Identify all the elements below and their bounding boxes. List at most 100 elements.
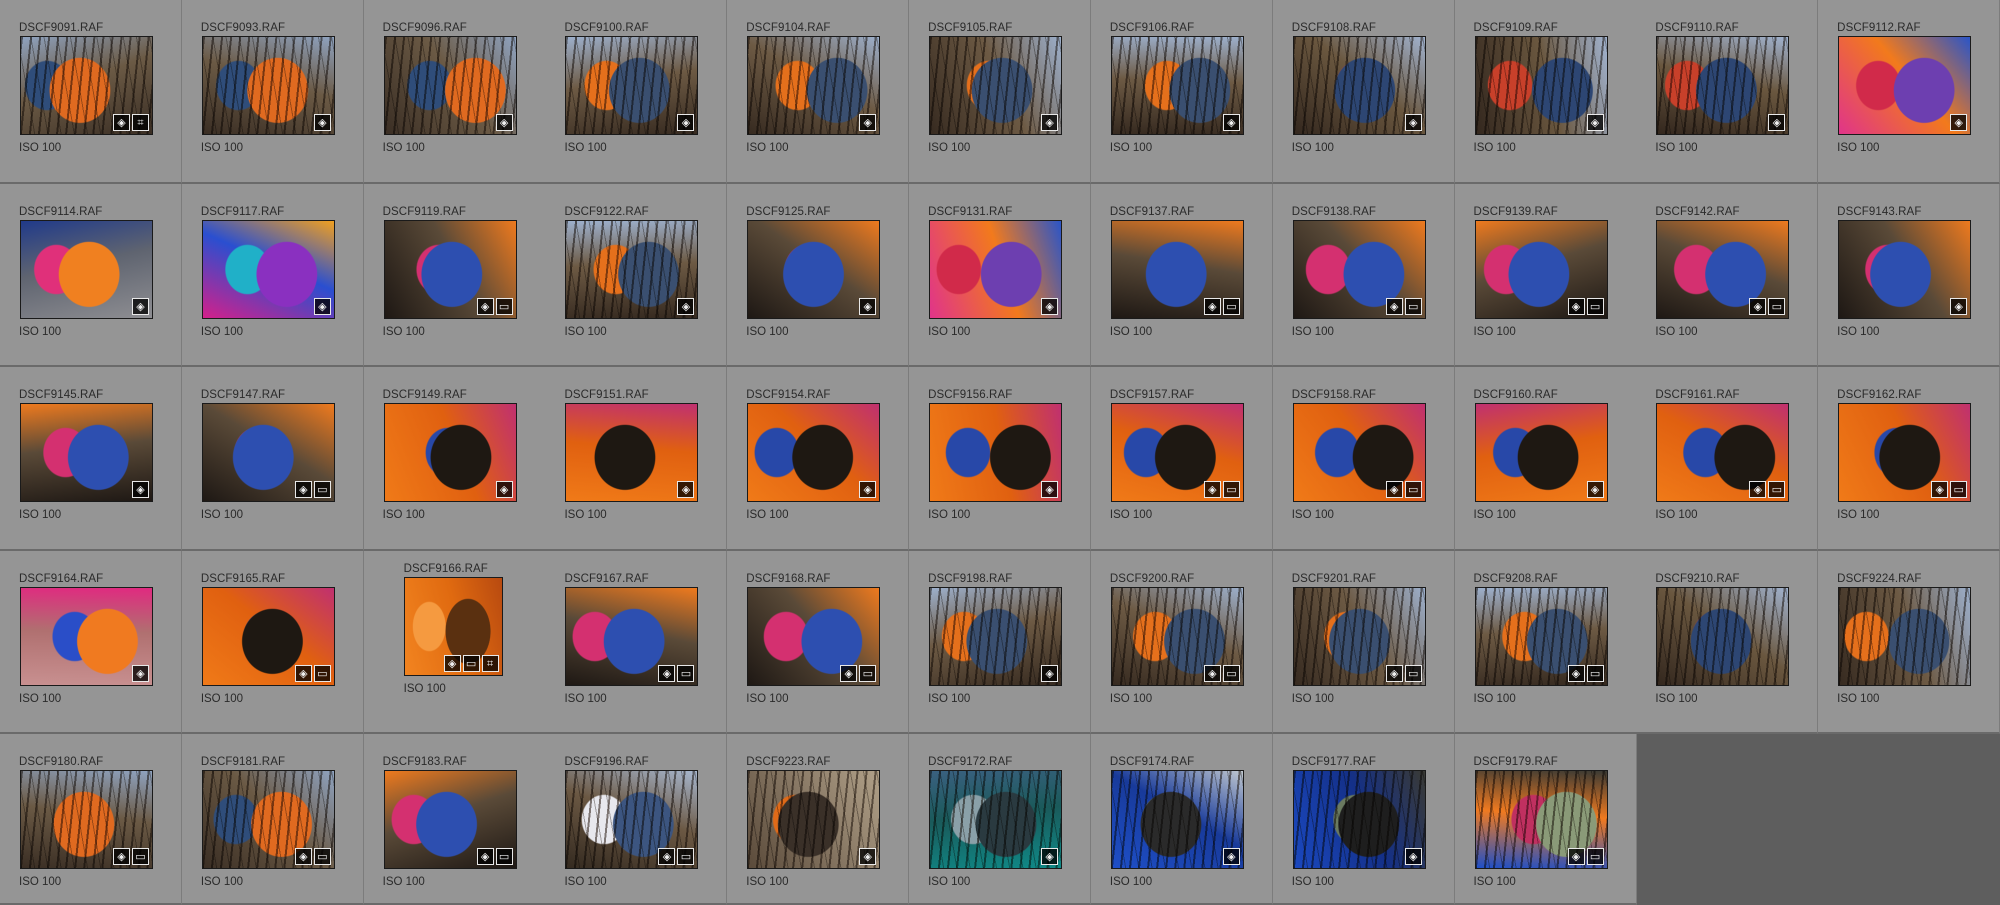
edit-badge-icon[interactable]: ◈ [132, 664, 149, 682]
edit-badge-icon[interactable]: ◈ [313, 297, 331, 315]
edit-badge-icon[interactable]: ◈ [476, 297, 494, 315]
edit-badge-icon[interactable]: ◈ [1404, 848, 1422, 865]
photo-thumbnail[interactable]: ◈ ▭ [565, 586, 699, 686]
photo-thumbnail[interactable] [1838, 586, 1972, 686]
thumbnail-cell[interactable]: DSCF9180.RAF ◈ ▭ ISO 100 [0, 734, 182, 905]
photo-thumbnail[interactable]: ◈ ▭ [1292, 219, 1426, 319]
photo-thumbnail[interactable]: ◈ ▭ [1110, 219, 1244, 319]
photo-thumbnail[interactable]: ◈ [201, 36, 335, 135]
photo-thumbnail[interactable]: ◈ [929, 403, 1063, 502]
thumbnail-cell[interactable]: DSCF9142.RAF ◈ ▭ ISO 100 [1636, 183, 1819, 367]
edit-badge-icon[interactable]: ◈ [677, 297, 695, 315]
photo-thumbnail[interactable] [1656, 586, 1790, 686]
thumbnail-cell[interactable]: DSCF9109.RAF ◈ ISO 100 [1454, 0, 1637, 184]
copy-badge-icon[interactable]: ▭ [1768, 297, 1786, 315]
edit-badge-icon[interactable]: ◈ [677, 481, 695, 498]
copy-badge-icon[interactable]: ▭ [462, 654, 480, 672]
edit-badge-icon[interactable]: ◈ [294, 848, 312, 865]
copy-badge-icon[interactable]: ▭ [677, 848, 695, 865]
photo-thumbnail[interactable]: ◈ ▭ [1110, 586, 1244, 686]
edit-badge-icon[interactable]: ◈ [313, 114, 331, 131]
edit-badge-icon[interactable]: ◈ [1404, 114, 1422, 131]
photo-thumbnail[interactable]: ◈ ▭ [20, 770, 153, 869]
thumbnail-cell[interactable]: DSCF9151.RAF ◈ ISO 100 [545, 367, 728, 551]
thumbnail-cell[interactable]: DSCF9138.RAF ◈ ▭ ISO 100 [1272, 183, 1455, 367]
photo-thumbnail[interactable]: ◈ [201, 219, 335, 319]
photo-thumbnail[interactable]: ◈ ▭ [201, 403, 335, 502]
photo-thumbnail[interactable]: ◈ [747, 403, 881, 502]
thumbnail-cell[interactable]: DSCF9223.RAF ◈ ISO 100 [727, 734, 910, 905]
photo-thumbnail[interactable]: ◈ ▭ [1838, 403, 1972, 502]
edit-badge-icon[interactable]: ◈ [1203, 664, 1221, 682]
thumbnail-cell[interactable]: DSCF9177.RAF ◈ ISO 100 [1272, 734, 1455, 905]
thumbnail-cell[interactable]: DSCF9198.RAF ◈ ISO 100 [909, 550, 1092, 734]
edit-badge-icon[interactable]: ◈ [658, 664, 676, 682]
thumbnail-cell[interactable]: DSCF9154.RAF ◈ ISO 100 [727, 367, 910, 551]
thumbnail-cell[interactable]: DSCF9147.RAF ◈ ▭ ISO 100 [181, 367, 364, 551]
photo-thumbnail[interactable]: ◈ ▭ [1474, 586, 1608, 686]
thumbnail-cell[interactable]: DSCF9179.RAF ◈ ▭ ISO 100 [1454, 734, 1637, 905]
photo-thumbnail[interactable]: ◈ [1292, 770, 1426, 869]
thumbnail-cell[interactable]: DSCF9100.RAF ◈ ISO 100 [545, 0, 728, 184]
edit-badge-icon[interactable]: ◈ [495, 114, 513, 131]
thumbnail-cell[interactable]: DSCF9158.RAF ◈ ▭ ISO 100 [1272, 367, 1455, 551]
photo-thumbnail[interactable]: ◈ ⌗ [20, 36, 153, 135]
edit-badge-icon[interactable]: ◈ [1768, 114, 1786, 131]
edit-badge-icon[interactable]: ◈ [859, 297, 877, 315]
thumbnail-cell[interactable]: DSCF9166.RAF ◈ ▭ ⌗ ISO 100 [363, 550, 546, 734]
edit-badge-icon[interactable]: ◈ [294, 664, 312, 682]
edit-badge-icon[interactable]: ◈ [1041, 848, 1059, 865]
photo-thumbnail[interactable]: ◈ [929, 770, 1063, 869]
thumbnail-cell[interactable]: DSCF9156.RAF ◈ ISO 100 [909, 367, 1092, 551]
edit-badge-icon[interactable]: ◈ [1203, 297, 1221, 315]
thumbnail-cell[interactable]: DSCF9160.RAF ◈ ISO 100 [1454, 367, 1637, 551]
edit-badge-icon[interactable]: ◈ [1385, 297, 1403, 315]
edit-badge-icon[interactable]: ◈ [859, 481, 877, 498]
edit-badge-icon[interactable]: ◈ [1041, 297, 1059, 315]
thumbnail-cell[interactable]: DSCF9119.RAF ◈ ▭ ISO 100 [363, 183, 546, 367]
thumbnail-cell[interactable]: DSCF9200.RAF ◈ ▭ ISO 100 [1090, 550, 1273, 734]
photo-thumbnail[interactable]: ◈ [565, 219, 699, 319]
thumbnail-cell[interactable]: DSCF9165.RAF ◈ ▭ ISO 100 [181, 550, 364, 734]
edit-badge-icon[interactable]: ◈ [1385, 481, 1403, 498]
thumbnail-cell[interactable]: DSCF9162.RAF ◈ ▭ ISO 100 [1818, 367, 2000, 551]
edit-badge-icon[interactable]: ◈ [113, 848, 130, 865]
edit-badge-icon[interactable]: ◈ [1041, 481, 1059, 498]
thumbnail-cell[interactable]: DSCF9168.RAF ◈ ▭ ISO 100 [727, 550, 910, 734]
thumbnail-cell[interactable]: DSCF9106.RAF ◈ ISO 100 [1090, 0, 1273, 184]
copy-badge-icon[interactable]: ▭ [313, 664, 331, 682]
photo-thumbnail[interactable]: ◈ ▭ [1656, 219, 1790, 319]
thumbnail-cell[interactable]: DSCF9093.RAF ◈ ISO 100 [181, 0, 364, 184]
thumbnail-cell[interactable]: DSCF9161.RAF ◈ ▭ ISO 100 [1636, 367, 1819, 551]
edit-badge-icon[interactable]: ◈ [1749, 297, 1767, 315]
photo-thumbnail[interactable]: ◈ ▭ [1110, 403, 1244, 502]
photo-thumbnail[interactable]: ◈ [1656, 36, 1790, 135]
thumbnail-cell[interactable]: DSCF9172.RAF ◈ ISO 100 [909, 734, 1092, 905]
photo-thumbnail[interactable]: ◈ ▭ [383, 770, 517, 869]
thumbnail-cell[interactable]: DSCF9091.RAF ◈ ⌗ ISO 100 [0, 0, 182, 184]
photo-thumbnail[interactable]: ◈ ▭ [201, 586, 335, 686]
thumbnail-cell[interactable]: DSCF9117.RAF ◈ ISO 100 [181, 183, 364, 367]
photo-thumbnail[interactable]: ◈ ▭ [1474, 219, 1608, 319]
edit-badge-icon[interactable]: ◈ [1749, 481, 1767, 498]
copy-badge-icon[interactable]: ▭ [1586, 297, 1604, 315]
copy-badge-icon[interactable]: ▭ [495, 297, 513, 315]
thumbnail-cell[interactable]: DSCF9105.RAF ◈ ISO 100 [909, 0, 1092, 184]
copy-badge-icon[interactable]: ▭ [313, 848, 331, 865]
thumbnail-cell[interactable]: DSCF9164.RAF ◈ ISO 100 [0, 550, 182, 734]
thumbnail-cell[interactable]: DSCF9104.RAF ◈ ISO 100 [727, 0, 910, 184]
photo-thumbnail[interactable]: ◈ [1838, 219, 1972, 319]
copy-badge-icon[interactable]: ▭ [859, 664, 877, 682]
photo-thumbnail[interactable]: ◈ ▭ [201, 770, 335, 869]
photo-thumbnail[interactable]: ◈ [929, 219, 1063, 319]
copy-badge-icon[interactable]: ▭ [1222, 481, 1240, 498]
photo-thumbnail[interactable]: ◈ [747, 770, 881, 869]
copy-badge-icon[interactable]: ▭ [313, 481, 331, 498]
photo-thumbnail[interactable]: ◈ ▭ [747, 586, 881, 686]
copy-badge-icon[interactable]: ▭ [1586, 664, 1604, 682]
edit-badge-icon[interactable]: ◈ [1586, 481, 1604, 498]
photo-thumbnail[interactable]: ◈ [1474, 403, 1608, 502]
photo-thumbnail[interactable]: ◈ [565, 36, 699, 135]
photo-thumbnail[interactable]: ◈ [1110, 36, 1244, 135]
edit-badge-icon[interactable]: ◈ [1950, 114, 1968, 131]
